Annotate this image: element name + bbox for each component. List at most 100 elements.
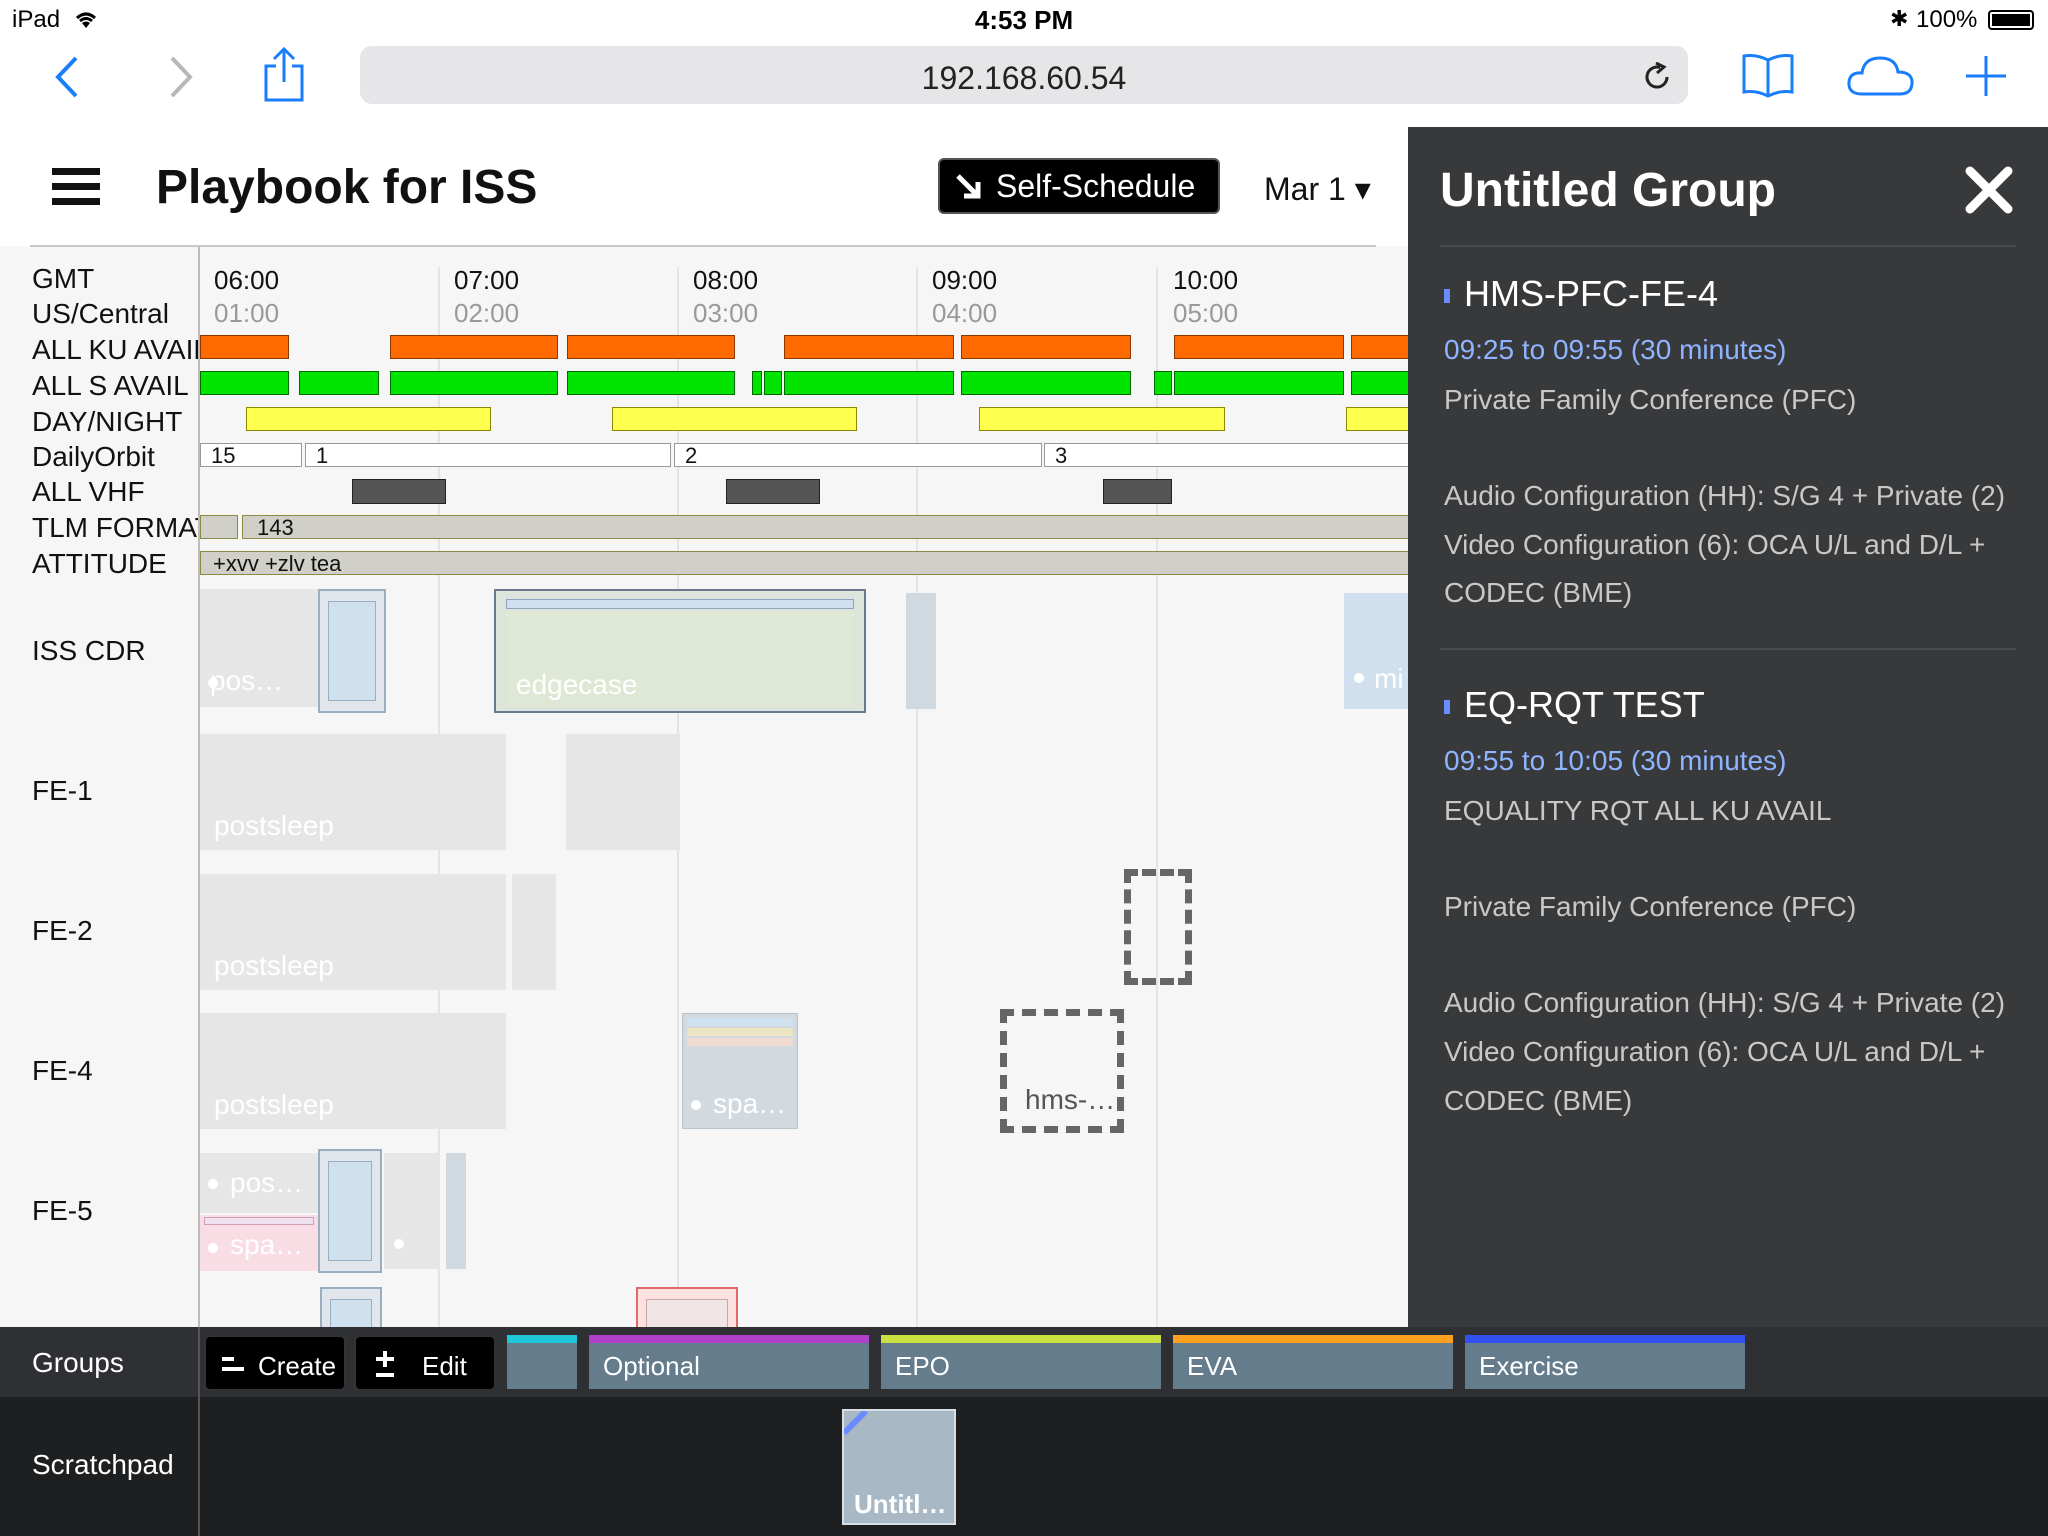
group-tab-optional[interactable]: Optional [589,1335,869,1389]
activity-block-postsleep[interactable]: postsleep [200,874,506,990]
address-bar[interactable]: 192.168.60.54 [360,46,1688,104]
share-icon[interactable] [262,46,306,102]
day-bar[interactable] [246,407,491,431]
activity-block[interactable]: pos… [200,589,318,707]
s-avail-bar[interactable] [567,371,735,395]
group-item-text: EQUALITY RQT ALL KU AVAIL [1444,795,1832,826]
row-label-fe2: FE-2 [32,915,93,946]
ku-avail-bar[interactable] [1174,335,1344,359]
activity-block-edgecase[interactable]: edgecase [494,589,866,713]
activity-block[interactable] [566,734,680,850]
s-avail-bar[interactable] [390,371,558,395]
day-bar[interactable] [612,407,857,431]
activity-block[interactable] [446,1153,466,1269]
edit-group-button[interactable]: Edit [354,1335,496,1391]
group-tab-eva[interactable]: EVA [1173,1335,1453,1389]
row-label-daynight: DAY/NIGHT [32,406,183,437]
s-avail-bar[interactable] [784,371,954,395]
s-avail-bar[interactable] [1154,371,1172,395]
vhf-bar[interactable] [352,479,446,504]
group-tab[interactable] [507,1335,577,1389]
row-label-vhf: ALL VHF [32,476,145,507]
group-item-text: CODEC (BME) [1444,1085,1633,1116]
drag-placeholder[interactable] [1124,869,1192,985]
day-bar[interactable] [979,407,1225,431]
orbit-segment[interactable]: 1 [305,443,671,468]
s-avail-bar[interactable] [752,371,762,395]
self-schedule-button[interactable]: Self-Schedule [938,158,1220,214]
group-item-name: EQ-RQT TEST [1464,684,1705,725]
activity-block[interactable]: pos… [200,1153,318,1213]
row-label-fe5: FE-5 [32,1195,93,1226]
hour-local: 05:00 [1173,298,1239,328]
dot-marker [1354,673,1364,683]
group-tab-exercise[interactable]: Exercise [1465,1335,1745,1389]
s-avail-bar[interactable] [1351,371,1408,395]
vhf-bar[interactable] [1103,479,1172,504]
s-avail-bar[interactable] [200,371,289,395]
ku-avail-bar[interactable] [1351,335,1408,359]
hour-gmt: 07:00 [454,265,520,295]
activity-block[interactable] [512,874,556,990]
group-item-name: HMS-PFC-FE-4 [1464,273,1718,314]
s-avail-bar[interactable] [299,371,379,395]
dot-marker [208,1243,218,1253]
group-item-time: 09:25 to 09:55 (30 minutes) [1444,334,1787,365]
row-label-gmt: GMT [32,263,95,294]
activity-block-selected[interactable] [318,1149,382,1273]
activity-block[interactable] [636,1287,738,1327]
dot-marker [208,1179,218,1189]
attitude-segment[interactable]: +xvv +zlv tea [200,551,1408,576]
activity-block[interactable] [384,1153,440,1269]
row-label-orbit: DailyOrbit [32,441,155,472]
vhf-bar[interactable] [726,479,820,504]
orbit-segment[interactable]: 2 [674,443,1042,468]
create-group-button[interactable]: Create [204,1335,346,1391]
hour-gmt: 08:00 [693,265,759,295]
drag-placeholder[interactable]: hms-… [1000,1009,1124,1133]
activity-block[interactable] [320,1287,382,1327]
hour-local: 02:00 [454,298,520,328]
orbit-segment[interactable]: 15 [200,443,302,468]
back-icon[interactable] [52,54,82,100]
cloud-icon[interactable] [1846,54,1916,98]
tlm-segment[interactable] [200,515,238,539]
orbit-segment[interactable]: 3 [1044,443,1408,468]
ku-avail-bar[interactable] [390,335,558,359]
scratchpad-bar: Scratchpad Untitl… [0,1397,2048,1536]
ku-avail-bar[interactable] [961,335,1131,359]
ku-avail-bar[interactable] [784,335,954,359]
tlm-segment[interactable]: 143 [242,515,1408,540]
group-tab-epo[interactable]: EPO [881,1335,1161,1389]
ku-avail-bar[interactable] [567,335,735,359]
close-icon[interactable] [1964,165,2014,215]
activity-label: spa… [713,1088,787,1119]
day-bar[interactable] [1346,407,1408,431]
create-icon [222,1357,244,1371]
bookmarks-icon[interactable] [1740,52,1796,98]
activity-block[interactable]: spa… [200,1215,318,1271]
gridline [916,267,918,1327]
bar-divider [198,1327,200,1397]
date-selector[interactable]: Mar 1 ▾ [1264,170,1371,208]
s-avail-bar[interactable] [764,371,782,395]
hour-local: 01:00 [214,298,280,328]
new-tab-icon[interactable] [1964,54,2008,98]
hour-local: 03:00 [693,298,759,328]
s-avail-bar[interactable] [1174,371,1344,395]
scratchpad-item[interactable]: Untitl… [842,1409,956,1525]
activity-block-selected[interactable] [318,589,386,713]
activity-block-postsleep[interactable]: postsleep [200,734,506,850]
activity-block-postsleep[interactable]: postsleep [200,1013,506,1129]
activity-block[interactable]: spa… [682,1013,798,1129]
s-avail-bar[interactable] [961,371,1131,395]
reload-icon[interactable] [1642,62,1672,92]
menu-icon[interactable] [52,168,100,206]
item-marker [1444,700,1450,714]
activity-block[interactable] [906,593,936,709]
activity-block[interactable]: mi [1344,593,1408,709]
ku-avail-bar[interactable] [200,335,289,359]
group-item-text: Audio Configuration (HH): S/G 4 + Privat… [1444,987,2006,1018]
forward-icon[interactable] [166,54,196,100]
item-marker [1444,289,1450,303]
